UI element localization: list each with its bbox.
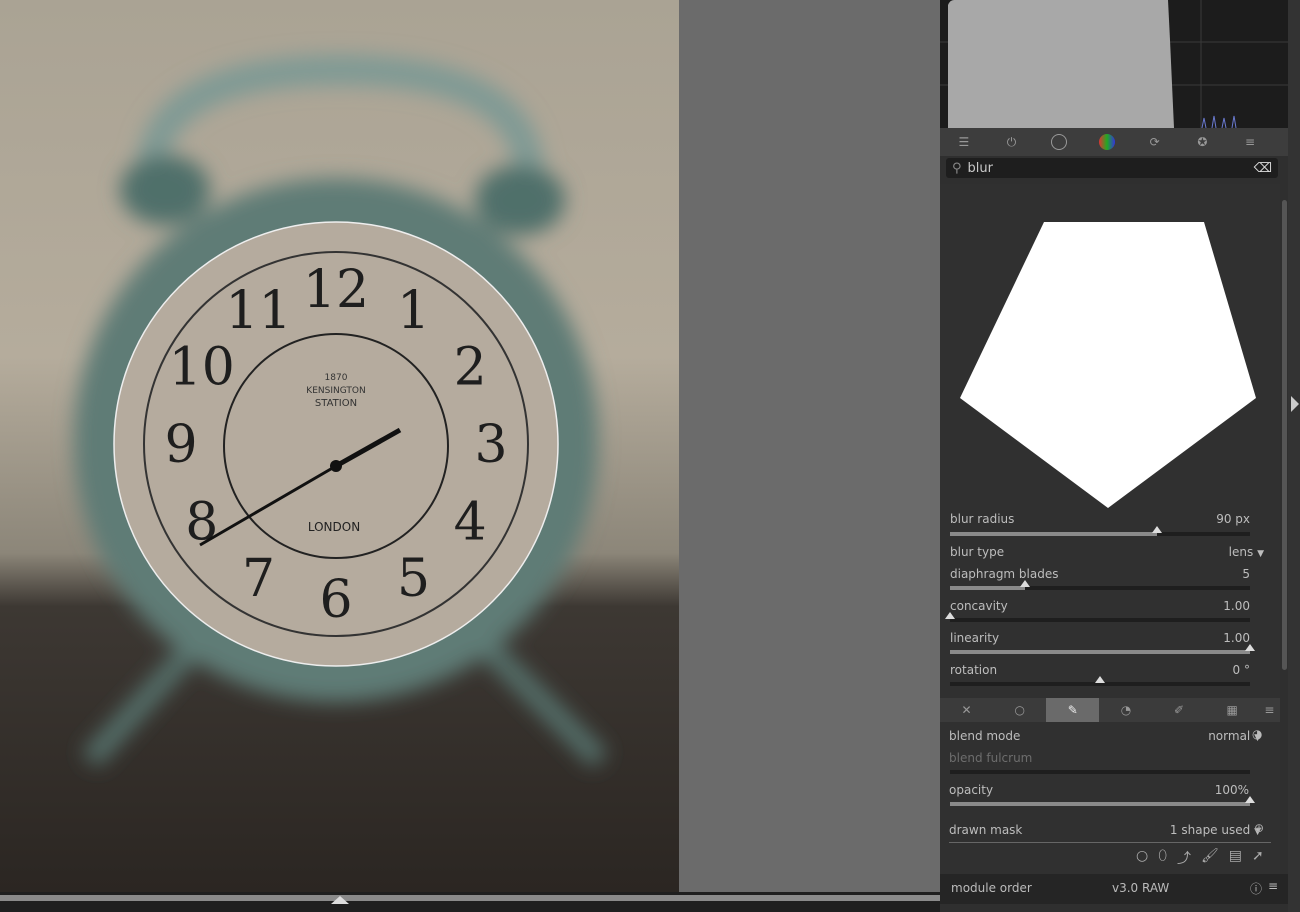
diaphragm-blades-label: diaphragm blades <box>950 567 1059 581</box>
blend-fulcrum-slider[interactable] <box>950 770 1250 774</box>
blend-mode-label: blend mode <box>949 729 1021 743</box>
right-panel-edge[interactable] <box>1288 0 1300 912</box>
module-order-value: v3.0 RAW <box>1112 881 1170 895</box>
parametric-mask-tab[interactable]: ◔ <box>1099 698 1152 722</box>
aperture-shape-preview <box>960 222 1256 508</box>
clock-number: 7 <box>242 549 275 609</box>
clock-number: 6 <box>319 570 352 630</box>
blend-fulcrum-label: blend fulcrum <box>949 751 1033 765</box>
power-icon[interactable]: ⏻ <box>1002 132 1022 152</box>
blur-radius-value: 90 px <box>1216 512 1250 526</box>
histogram[interactable] <box>940 0 1288 129</box>
favorite-icon[interactable]: ✪ <box>1192 132 1212 152</box>
linearity-value: 1.00 <box>1223 631 1250 645</box>
opacity-label: opacity <box>949 783 994 797</box>
expand-arrow-icon[interactable] <box>331 896 349 904</box>
blend-tabs: ✕ ○ ✎ ◔ ✐ ▦ ≡ <box>940 698 1280 722</box>
circle-shape-icon[interactable]: ○ <box>1136 848 1148 868</box>
face-text: STATION <box>315 398 357 409</box>
invert-blend-icon[interactable]: ◑ <box>1252 727 1262 741</box>
drawn-mask-tab[interactable]: ✎ <box>1046 698 1100 722</box>
drawn-parametric-mask-tab[interactable]: ✐ <box>1153 698 1206 722</box>
face-text: KENSINGTON <box>306 386 365 396</box>
circle-icon[interactable] <box>1049 132 1069 152</box>
module-group-bar: ☰ ⏻ ⟳ ✪ ≡ <box>940 128 1288 156</box>
filmstrip-toggle-bar[interactable] <box>0 892 940 912</box>
right-panel: ☰ ⏻ ⟳ ✪ ≡ ⚲ blur ⌫ blur radius 90 px blur… <box>940 0 1288 912</box>
info-icon[interactable]: ⓘ <box>1250 880 1262 897</box>
add-mask-icon[interactable]: ⊕ <box>1254 821 1264 835</box>
opacity-slider[interactable] <box>950 796 1255 806</box>
clock-number: 4 <box>454 493 487 553</box>
clock-number: 3 <box>474 415 507 475</box>
menu-icon[interactable]: ≡ <box>1240 132 1260 152</box>
panel-scrollbar[interactable] <box>1282 200 1287 670</box>
blur-type-dropdown[interactable]: lens ▼ <box>1229 545 1264 559</box>
clock-number: 10 <box>169 338 235 398</box>
module-search-input[interactable]: ⚲ blur ⌫ <box>946 158 1278 178</box>
clock-number: 11 <box>225 281 291 341</box>
brush-shape-icon[interactable]: 🖌 <box>1201 848 1219 868</box>
concavity-slider[interactable] <box>945 612 1250 622</box>
clock-number: 9 <box>164 415 197 475</box>
drawn-mask-value: 1 shape used <box>1169 823 1251 837</box>
path-shape-icon[interactable]: ⤴ <box>1177 848 1191 868</box>
gradient-shape-icon[interactable]: ▤ <box>1229 848 1242 868</box>
edit-shapes-icon[interactable]: ➚ <box>1252 848 1264 868</box>
search-icon: ⚲ <box>952 160 962 176</box>
diaphragm-blades-value: 5 <box>1242 567 1250 581</box>
linearity-label: linearity <box>950 631 1000 645</box>
collapse-arrow-icon[interactable] <box>1291 396 1299 412</box>
rotation-slider[interactable] <box>950 676 1250 686</box>
face-text: 1870 <box>325 373 348 383</box>
clock-photo: 12 1234567891011 1870 KENSINGTON STATION … <box>74 54 608 768</box>
clock-number: 2 <box>454 338 487 398</box>
linearity-slider[interactable] <box>950 644 1255 654</box>
clear-search-icon[interactable]: ⌫ <box>1254 161 1272 176</box>
clock-number: 5 <box>397 549 430 609</box>
uniform-blend-tab[interactable]: ○ <box>993 698 1046 722</box>
clock-number: 12 <box>303 260 369 320</box>
opacity-value: 100% <box>1214 783 1249 797</box>
raster-mask-tab[interactable]: ▦ <box>1206 698 1259 722</box>
blending-section: blend mode normal ▼ ◑ blend fulcrum opaci… <box>940 722 1280 874</box>
lens-blur-module: blur radius 90 px blur type lens ▼ diaphra… <box>940 184 1280 698</box>
blend-mode-value: normal <box>1208 729 1251 743</box>
dropdown-arrow-icon: ▼ <box>1257 549 1264 559</box>
refresh-icon[interactable]: ⟳ <box>1145 132 1165 152</box>
image-canvas[interactable]: 12 1 2 3 4 5 6 7 8 9 10 11 1870 KENSINGTON STATION … <box>0 0 679 892</box>
presets-icon[interactable]: ☰ <box>954 132 974 152</box>
drawn-mask-label: drawn mask <box>949 823 1023 837</box>
search-value: blur <box>967 160 993 176</box>
clock-number: 1 <box>397 281 430 341</box>
diaphragm-blades-slider[interactable] <box>950 580 1250 590</box>
blur-radius-slider[interactable] <box>950 526 1250 536</box>
color-wheel-icon[interactable] <box>1097 132 1117 152</box>
face-text: LONDON <box>308 520 360 534</box>
rotation-label: rotation <box>950 663 998 677</box>
blur-radius-label: blur radius <box>950 512 1015 526</box>
drawn-mask-dropdown[interactable]: 1 shape used ▼ <box>1170 823 1261 837</box>
blend-menu-icon[interactable]: ≡ <box>1259 698 1280 722</box>
rotation-value: 0 ° <box>1232 663 1250 677</box>
module-order-bar: module order v3.0 RAW ⓘ ≡ <box>940 874 1288 904</box>
blur-type-label: blur type <box>950 545 1005 559</box>
concavity-label: concavity <box>950 599 1008 613</box>
module-order-label: module order <box>951 881 1032 895</box>
blur-type-value: lens <box>1228 545 1254 559</box>
concavity-value: 1.00 <box>1223 599 1250 613</box>
blend-off-tab[interactable]: ✕ <box>940 698 993 722</box>
presets-menu-icon[interactable]: ≡ <box>1268 879 1278 893</box>
ellipse-shape-icon[interactable]: ⬯ <box>1158 848 1167 868</box>
